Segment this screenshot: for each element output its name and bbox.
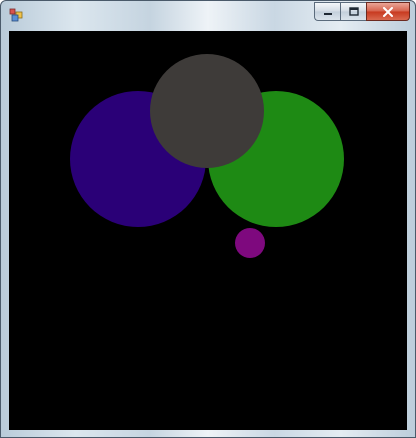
- magenta-circle: [235, 228, 265, 258]
- app-window: [0, 0, 416, 438]
- maximize-button[interactable]: [340, 2, 366, 21]
- minimize-icon: [323, 12, 332, 15]
- gray-circle: [150, 54, 264, 168]
- drawing-canvas: [9, 31, 407, 430]
- drawing-area[interactable]: [9, 31, 407, 430]
- window-controls: [314, 2, 410, 21]
- close-icon: [383, 6, 393, 17]
- title-bar[interactable]: [1, 1, 415, 29]
- close-button[interactable]: [366, 2, 410, 21]
- maximize-icon: [348, 7, 359, 16]
- app-icon[interactable]: [9, 8, 23, 22]
- minimize-button[interactable]: [314, 2, 340, 21]
